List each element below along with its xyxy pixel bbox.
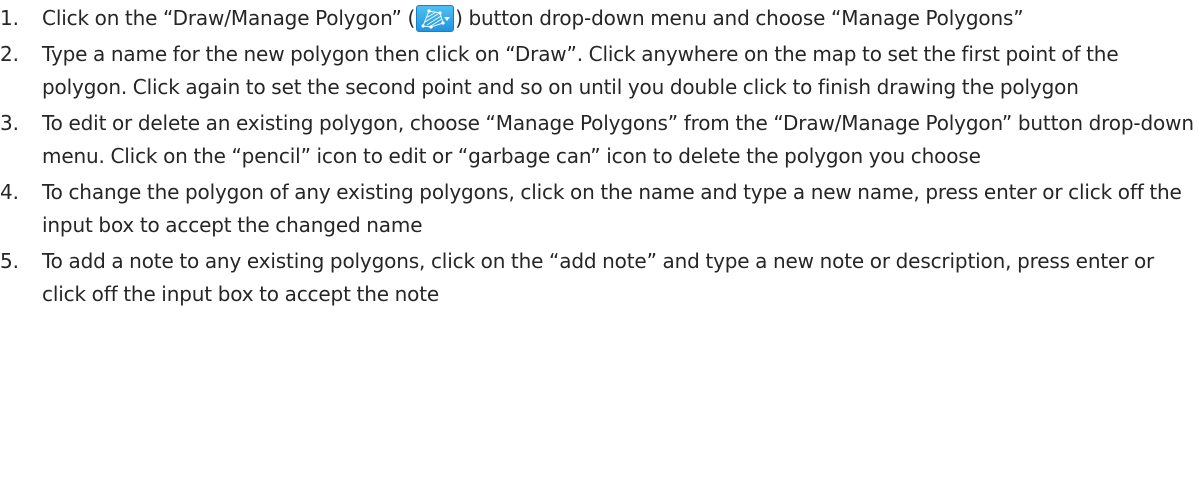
list-item: 2. Type a name for the new polygon then …: [0, 38, 1199, 104]
list-text: To add a note to any existing polygons, …: [42, 249, 1155, 306]
list-number: 4.: [0, 180, 19, 204]
list-item: 4. To change the polygon of any existing…: [0, 176, 1199, 242]
step-text-after-icon: ) button drop-down menu and choose “Mana…: [455, 6, 1024, 30]
draw-polygon-icon: [416, 5, 455, 32]
list-text: Type a name for the new polygon then cli…: [42, 42, 1119, 99]
list-number: 5.: [0, 249, 19, 273]
list-number: 2.: [0, 42, 19, 66]
list-text: Click on the “Draw/Manage Polygon” () b…: [42, 2, 1199, 35]
list-text: To change the polygon of any existing po…: [42, 180, 1182, 237]
list-item: 3. To edit or delete an existing polygon…: [0, 107, 1199, 173]
list-item: 5. To add a note to any existing polygon…: [0, 245, 1199, 311]
list-number: 1.: [0, 6, 19, 30]
list-number: 3.: [0, 111, 19, 135]
instruction-list: 1. Click on the “Draw/Manage Polygon” (: [0, 0, 1199, 311]
step-text-before-icon: Click on the “Draw/Manage Polygon” (: [42, 6, 416, 30]
list-text: To edit or delete an existing polygon, c…: [42, 111, 1194, 168]
chevron-down-icon: [444, 17, 451, 21]
list-item: 1. Click on the “Draw/Manage Polygon” (: [0, 2, 1199, 35]
